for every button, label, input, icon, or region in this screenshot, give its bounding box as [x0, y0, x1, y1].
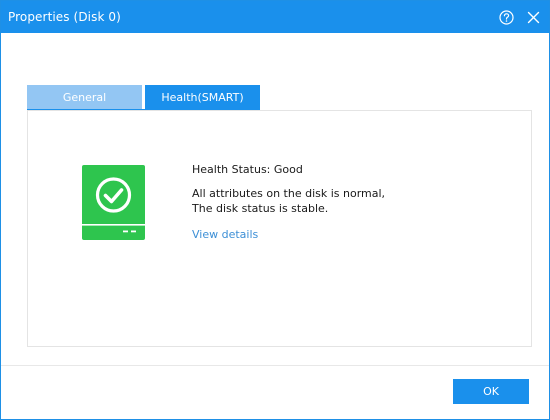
disk-health-good-icon — [82, 165, 145, 240]
close-button[interactable] — [522, 7, 544, 27]
health-status: Health Status: Good — [192, 163, 303, 176]
view-details-link[interactable]: View details — [192, 228, 258, 241]
window-title: Properties (Disk 0) — [8, 10, 121, 24]
close-icon — [527, 11, 539, 23]
tab-general[interactable]: General — [27, 85, 142, 110]
health-description-line-2: The disk status is stable. — [192, 202, 329, 215]
ok-button[interactable]: OK — [453, 379, 529, 404]
help-button[interactable] — [495, 7, 517, 27]
properties-dialog: Properties (Disk 0) General Health(SMART… — [0, 0, 550, 420]
help-icon — [498, 9, 514, 25]
title-bar[interactable]: Properties (Disk 0) — [1, 1, 549, 33]
health-description-line-1: All attributes on the disk is normal, — [192, 187, 386, 200]
tab-health-smart[interactable]: Health(SMART) — [145, 85, 260, 110]
